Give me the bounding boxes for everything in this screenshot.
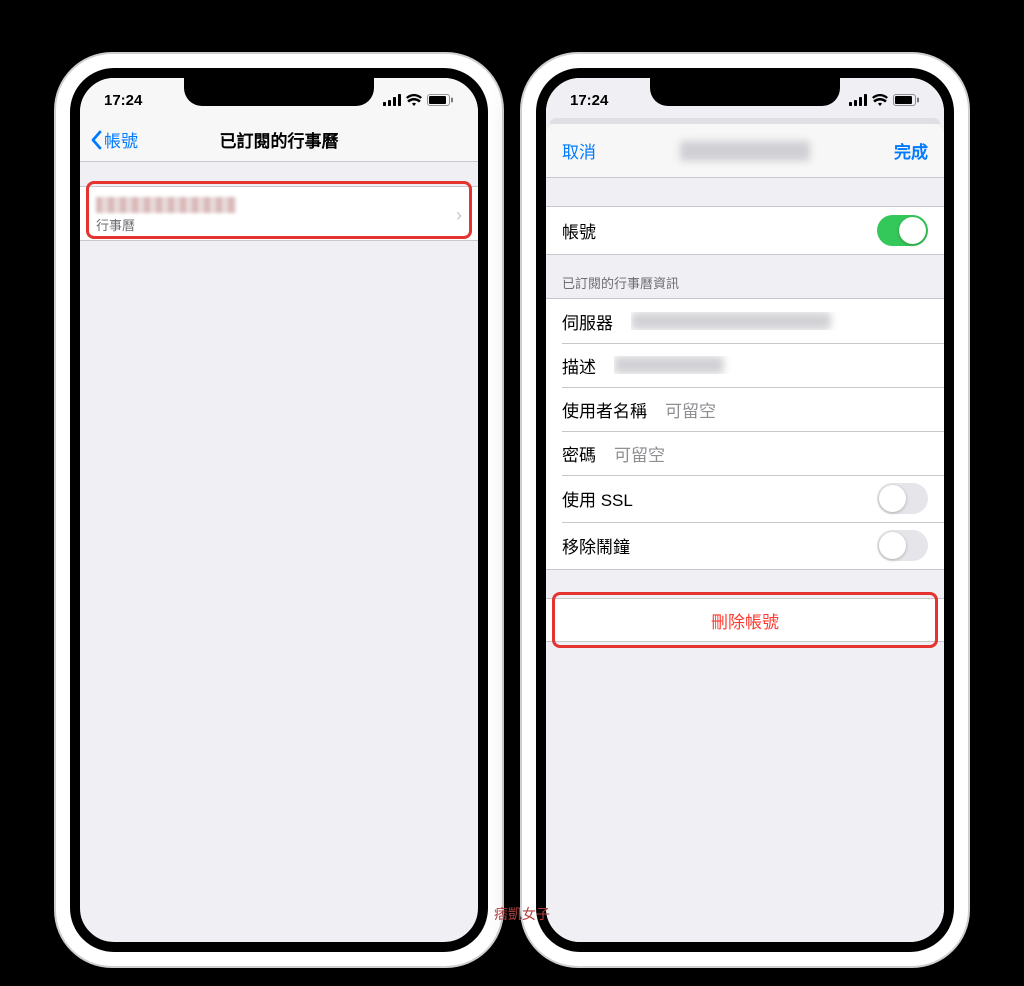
server-value-redacted bbox=[631, 312, 831, 330]
battery-icon bbox=[893, 94, 920, 106]
notch bbox=[650, 78, 840, 106]
status-time: 17:24 bbox=[104, 92, 142, 109]
delete-account-label: 刪除帳號 bbox=[711, 608, 779, 633]
subscribed-calendar-row[interactable]: 行事曆 › bbox=[80, 187, 478, 240]
back-label: 帳號 bbox=[104, 127, 138, 152]
description-row[interactable]: 描述 bbox=[546, 343, 944, 387]
server-row[interactable]: 伺服器 bbox=[546, 299, 944, 343]
password-row[interactable]: 密碼 可留空 bbox=[546, 431, 944, 475]
phone-right: 17:24 取消 完成 bbox=[522, 54, 968, 966]
modal-title-redacted bbox=[680, 141, 810, 161]
battery-icon bbox=[427, 94, 454, 106]
notch bbox=[184, 78, 374, 106]
remove-alarm-toggle[interactable] bbox=[877, 530, 928, 561]
ssl-row: 使用 SSL bbox=[546, 475, 944, 522]
username-label: 使用者名稱 bbox=[562, 397, 647, 422]
account-toggle-row: 帳號 bbox=[546, 207, 944, 254]
account-toggle[interactable] bbox=[877, 215, 928, 246]
description-label: 描述 bbox=[562, 353, 596, 378]
password-label: 密碼 bbox=[562, 441, 596, 466]
back-button[interactable]: 帳號 bbox=[90, 127, 138, 152]
wifi-icon bbox=[872, 94, 888, 106]
ssl-label: 使用 SSL bbox=[562, 486, 633, 511]
cellular-icon bbox=[383, 94, 401, 106]
phone-left: 17:24 帳號 已訂閱的行事 bbox=[56, 54, 502, 966]
password-placeholder: 可留空 bbox=[614, 441, 928, 466]
username-placeholder: 可留空 bbox=[665, 397, 928, 422]
done-button[interactable]: 完成 bbox=[894, 138, 928, 163]
cellular-icon bbox=[849, 94, 867, 106]
wifi-icon bbox=[406, 94, 422, 106]
username-row[interactable]: 使用者名稱 可留空 bbox=[546, 387, 944, 431]
nav-bar: 帳號 已訂閱的行事曆 bbox=[80, 118, 478, 162]
description-value-redacted bbox=[614, 356, 724, 374]
cancel-button[interactable]: 取消 bbox=[562, 138, 596, 163]
server-label: 伺服器 bbox=[562, 309, 613, 334]
remove-alarm-row: 移除鬧鐘 bbox=[546, 522, 944, 569]
account-label: 帳號 bbox=[562, 218, 596, 243]
remove-alarm-label: 移除鬧鐘 bbox=[562, 533, 630, 558]
calendar-name-redacted bbox=[96, 197, 236, 213]
page-title: 已訂閱的行事曆 bbox=[220, 127, 339, 152]
chevron-left-icon bbox=[90, 130, 102, 150]
delete-account-button[interactable]: 刪除帳號 bbox=[546, 598, 944, 642]
watermark: 痞凱女子 bbox=[494, 904, 550, 924]
ssl-toggle[interactable] bbox=[877, 483, 928, 514]
status-time: 17:24 bbox=[570, 92, 608, 109]
chevron-right-icon: › bbox=[456, 205, 462, 226]
section-header: 已訂閱的行事曆資訊 bbox=[546, 255, 944, 298]
calendar-sublabel: 行事曆 bbox=[96, 215, 456, 234]
modal-nav: 取消 完成 bbox=[546, 124, 944, 178]
